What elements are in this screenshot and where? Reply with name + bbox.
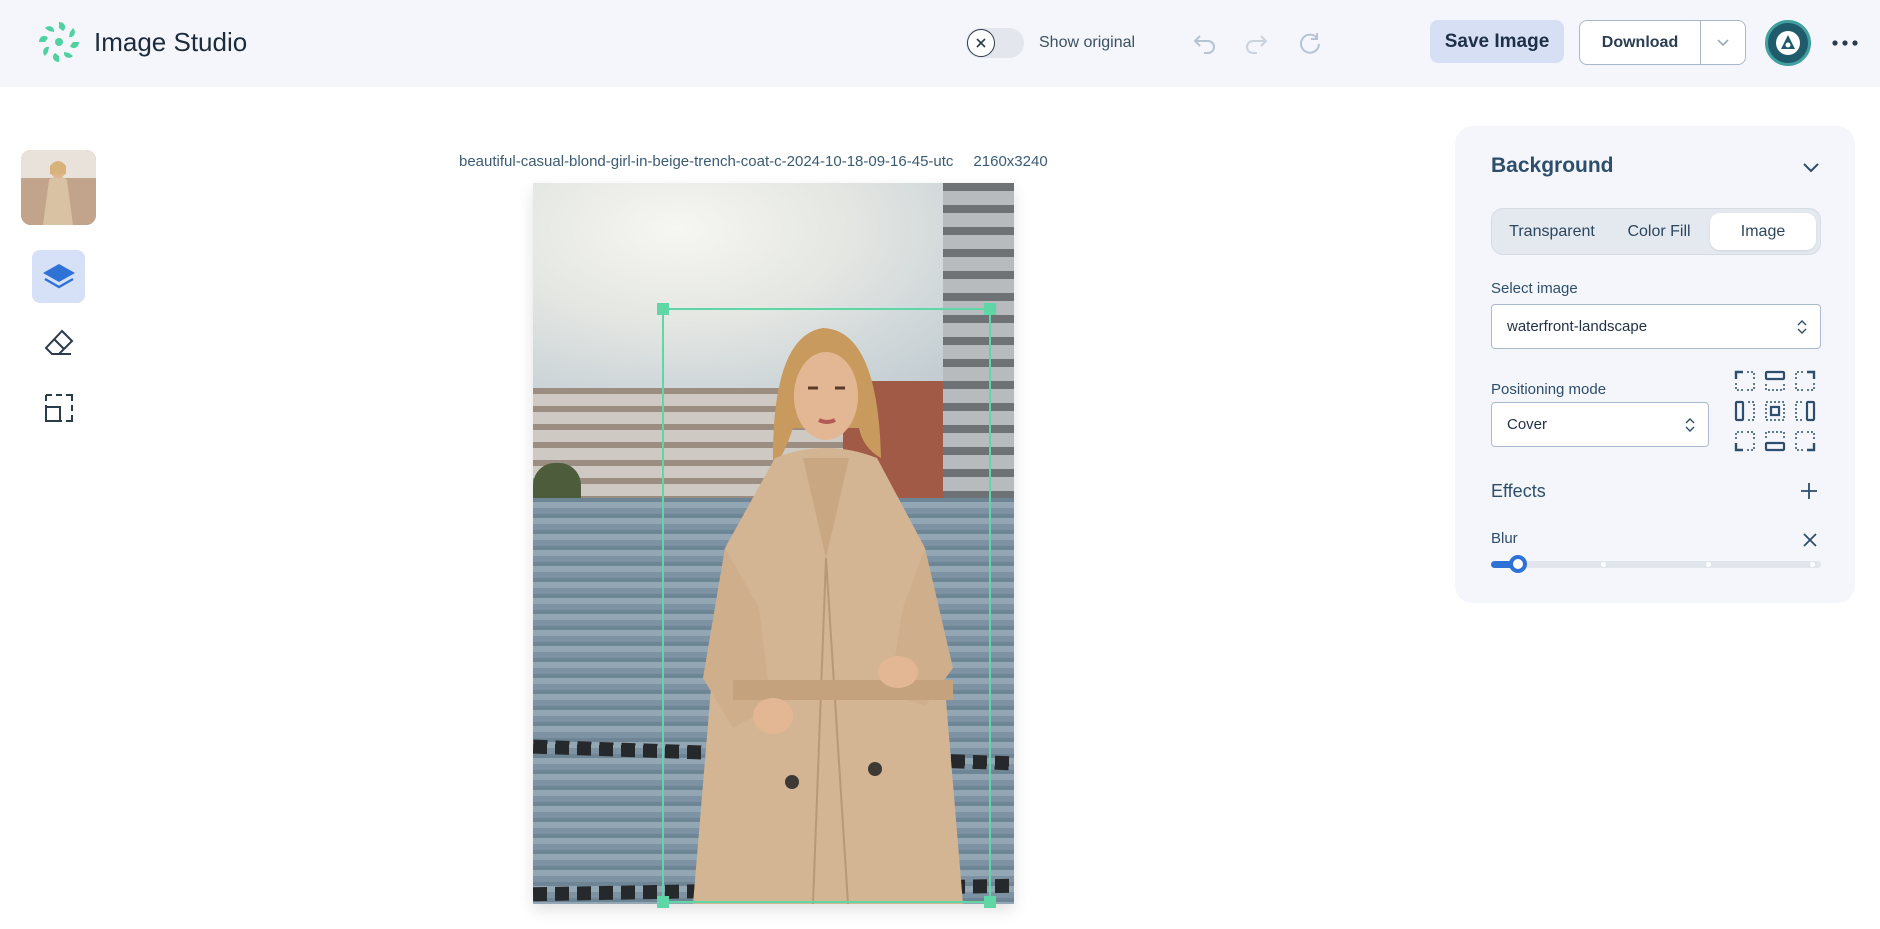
crop-select-icon — [44, 393, 73, 422]
blur-slider-step — [1810, 562, 1815, 567]
resize-handle-top-right[interactable] — [984, 303, 996, 315]
chevron-down-icon[interactable] — [1799, 156, 1823, 180]
select-image-value: waterfront-landscape — [1507, 318, 1648, 335]
blur-slider[interactable] — [1491, 555, 1821, 573]
tab-transparent[interactable]: Transparent — [1496, 213, 1608, 250]
positioning-mode-value: Cover — [1507, 416, 1548, 433]
blur-slider-thumb[interactable] — [1509, 555, 1528, 573]
blur-label: Blur — [1491, 530, 1518, 547]
anchor-bottom-left-icon[interactable] — [1734, 430, 1756, 452]
tab-image[interactable]: Image — [1710, 213, 1816, 250]
download-button-group: Download — [1579, 20, 1746, 65]
download-button[interactable]: Download — [1580, 21, 1701, 64]
select-image-dropdown[interactable]: waterfront-landscape — [1491, 304, 1821, 349]
close-circle-icon — [967, 29, 995, 57]
select-image-label: Select image — [1491, 280, 1578, 297]
image-thumbnail[interactable] — [21, 150, 96, 225]
blur-slider-step — [1601, 562, 1606, 567]
tool-eraser[interactable] — [32, 316, 85, 369]
show-original-toggle[interactable] — [966, 28, 1024, 58]
blur-slider-track — [1491, 561, 1821, 568]
background-type-tabs: Transparent Color Fill Image — [1491, 208, 1821, 255]
avatar-logo-icon — [1776, 31, 1800, 55]
download-options-chevron-down-icon[interactable] — [1701, 21, 1745, 64]
effects-title: Effects — [1491, 481, 1546, 501]
tool-crop[interactable] — [32, 381, 85, 434]
file-meta: beautiful-casual-blond-girl-in-beige-tre… — [459, 153, 1048, 170]
show-original-label: Show original — [1039, 34, 1136, 51]
remove-blur-close-icon[interactable] — [1801, 531, 1819, 549]
selection-box[interactable] — [657, 303, 996, 908]
layers-icon — [42, 263, 75, 288]
anchor-position-grid — [1734, 370, 1820, 456]
blur-slider-step — [1706, 562, 1711, 567]
background-panel: Background Transparent Color Fill Image … — [1455, 126, 1855, 603]
brand: Image Studio — [35, 18, 247, 66]
undo-icon[interactable] — [1190, 28, 1220, 58]
anchor-bottom-center-icon[interactable] — [1764, 430, 1786, 452]
anchor-top-right-icon[interactable] — [1794, 370, 1816, 392]
resize-handle-bottom-right[interactable] — [984, 896, 996, 908]
anchor-middle-right-icon[interactable] — [1794, 400, 1816, 422]
tool-layers[interactable] — [32, 250, 85, 303]
eraser-icon — [44, 329, 73, 355]
top-bar: Image Studio Show original Save Image Do… — [0, 0, 1880, 87]
positioning-mode-label: Positioning mode — [1491, 381, 1607, 398]
positioning-mode-dropdown[interactable]: Cover — [1491, 402, 1709, 447]
anchor-top-center-icon[interactable] — [1764, 370, 1786, 392]
save-image-button[interactable]: Save Image — [1430, 20, 1564, 63]
file-dimensions: 2160x3240 — [973, 153, 1048, 170]
panel-title: Background — [1491, 154, 1614, 177]
show-original-toggle-group[interactable]: Show original — [966, 28, 1135, 58]
anchor-middle-left-icon[interactable] — [1734, 400, 1756, 422]
select-arrows-icon — [1797, 320, 1807, 334]
app-title: Image Studio — [94, 26, 248, 57]
brand-logo-icon — [39, 22, 79, 62]
select-arrows-icon — [1685, 418, 1695, 432]
resize-handle-bottom-left[interactable] — [657, 896, 669, 908]
redo-icon[interactable] — [1241, 28, 1271, 58]
more-icon[interactable] — [1830, 30, 1860, 56]
file-name: beautiful-casual-blond-girl-in-beige-tre… — [459, 153, 954, 170]
anchor-center-icon[interactable] — [1764, 400, 1786, 422]
tab-color-fill[interactable]: Color Fill — [1608, 213, 1710, 250]
add-effect-plus-icon[interactable] — [1798, 480, 1820, 502]
anchor-top-left-icon[interactable] — [1734, 370, 1756, 392]
anchor-bottom-right-icon[interactable] — [1794, 430, 1816, 452]
user-avatar[interactable] — [1765, 20, 1811, 66]
reset-icon[interactable] — [1295, 28, 1325, 58]
resize-handle-top-left[interactable] — [657, 303, 669, 315]
